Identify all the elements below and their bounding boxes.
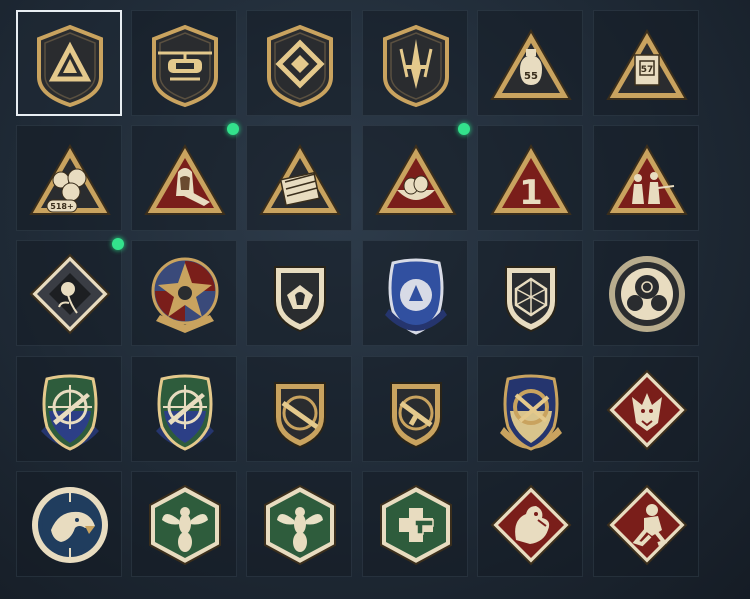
- emblem-tile[interactable]: [362, 356, 468, 462]
- knife-emblem-icon: [383, 24, 449, 108]
- star-skull-emblem-icon: [151, 257, 219, 333]
- squad-silhouette-emblem-icon: [606, 143, 688, 215]
- emblem-tile[interactable]: [131, 356, 237, 462]
- flame-shield-emblem-icon: [274, 266, 326, 333]
- diamond-chevrons-emblem-icon: [267, 24, 333, 108]
- emblem-tile[interactable]: [131, 10, 237, 116]
- svg-text:1: 1: [519, 173, 543, 213]
- triangle-a-emblem-icon: [37, 24, 103, 108]
- wasp-hexagon-alt-emblem-icon: [264, 484, 336, 566]
- eagle-circle-emblem-icon: [32, 487, 108, 563]
- rifle-crosshair-green-shield-alt-icon: [156, 374, 214, 451]
- gold-rifles-shield-emblem-icon: [500, 374, 562, 451]
- emblem-tile[interactable]: [362, 240, 468, 346]
- smg-circle-emblem-icon: [390, 382, 442, 449]
- emblem-tile[interactable]: [16, 238, 124, 346]
- hooded-operator-emblem-icon: [144, 143, 226, 215]
- moneybag-55-emblem-icon: 55: [490, 28, 572, 100]
- emblem-tile[interactable]: [362, 10, 468, 116]
- emblem-tile[interactable]: [131, 471, 237, 577]
- emblem-tile[interactable]: [16, 10, 122, 116]
- emblem-tile[interactable]: 55: [477, 10, 583, 116]
- emblem-tile[interactable]: [246, 471, 352, 577]
- wolf-diamond-emblem-icon: [606, 369, 688, 451]
- emblem-tile[interactable]: [131, 240, 237, 346]
- svg-text:518+: 518+: [50, 202, 73, 211]
- new-indicator-dot: [227, 123, 239, 135]
- emblem-tile[interactable]: [131, 123, 239, 231]
- emblem-tile[interactable]: [16, 356, 122, 462]
- svg-text:57: 57: [641, 65, 654, 75]
- emblem-grid: 55 57 518+ 1: [16, 10, 706, 590]
- emblem-tile[interactable]: [593, 125, 699, 231]
- runner-diamond-emblem-icon: [606, 484, 688, 566]
- emblem-tile[interactable]: 57: [593, 10, 699, 116]
- shotgun-circle-emblem-icon: [274, 382, 326, 449]
- nest-eggs-emblem-icon: [375, 143, 457, 215]
- emblem-tile[interactable]: [593, 471, 699, 577]
- rifle-crosshair-green-shield-icon: [41, 374, 99, 451]
- supply-crate-emblem-icon: [259, 143, 341, 215]
- emblem-tile[interactable]: [362, 123, 470, 231]
- emblem-tile[interactable]: 1: [477, 125, 583, 231]
- d20-dice-emblem-icon: [505, 266, 557, 333]
- emblem-tile[interactable]: [362, 471, 468, 577]
- dragon-diamond-emblem-icon: [490, 484, 572, 566]
- emblem-tile[interactable]: [246, 356, 352, 462]
- cash-pile-518-emblem-icon: 518+: [29, 143, 111, 215]
- emblem-tile[interactable]: [246, 240, 352, 346]
- new-indicator-dot: [458, 123, 470, 135]
- blue-winged-badge-emblem-icon: [385, 258, 447, 335]
- crosshair-skull-emblem-icon: [609, 256, 685, 332]
- emblem-tile[interactable]: [246, 125, 352, 231]
- emblem-tile[interactable]: [477, 471, 583, 577]
- emblem-tile[interactable]: [246, 10, 352, 116]
- new-indicator-dot: [112, 238, 124, 250]
- emblem-tile[interactable]: [593, 356, 699, 462]
- wasp-hexagon-emblem-icon: [149, 484, 221, 566]
- container-57-emblem-icon: 57: [606, 28, 688, 100]
- helicopter-emblem-icon: [152, 24, 218, 108]
- rose-emblem-icon: [29, 253, 111, 335]
- emblem-tile[interactable]: [593, 240, 699, 346]
- emblem-tile[interactable]: [477, 240, 583, 346]
- emblem-tile[interactable]: [477, 356, 583, 462]
- svg-text:55: 55: [524, 71, 538, 82]
- emblem-tile[interactable]: 518+: [16, 125, 122, 231]
- emblem-tile[interactable]: [16, 471, 122, 577]
- first-place-emblem-icon: 1: [490, 143, 572, 215]
- medic-pistol-hexagon-emblem-icon: [380, 484, 452, 566]
